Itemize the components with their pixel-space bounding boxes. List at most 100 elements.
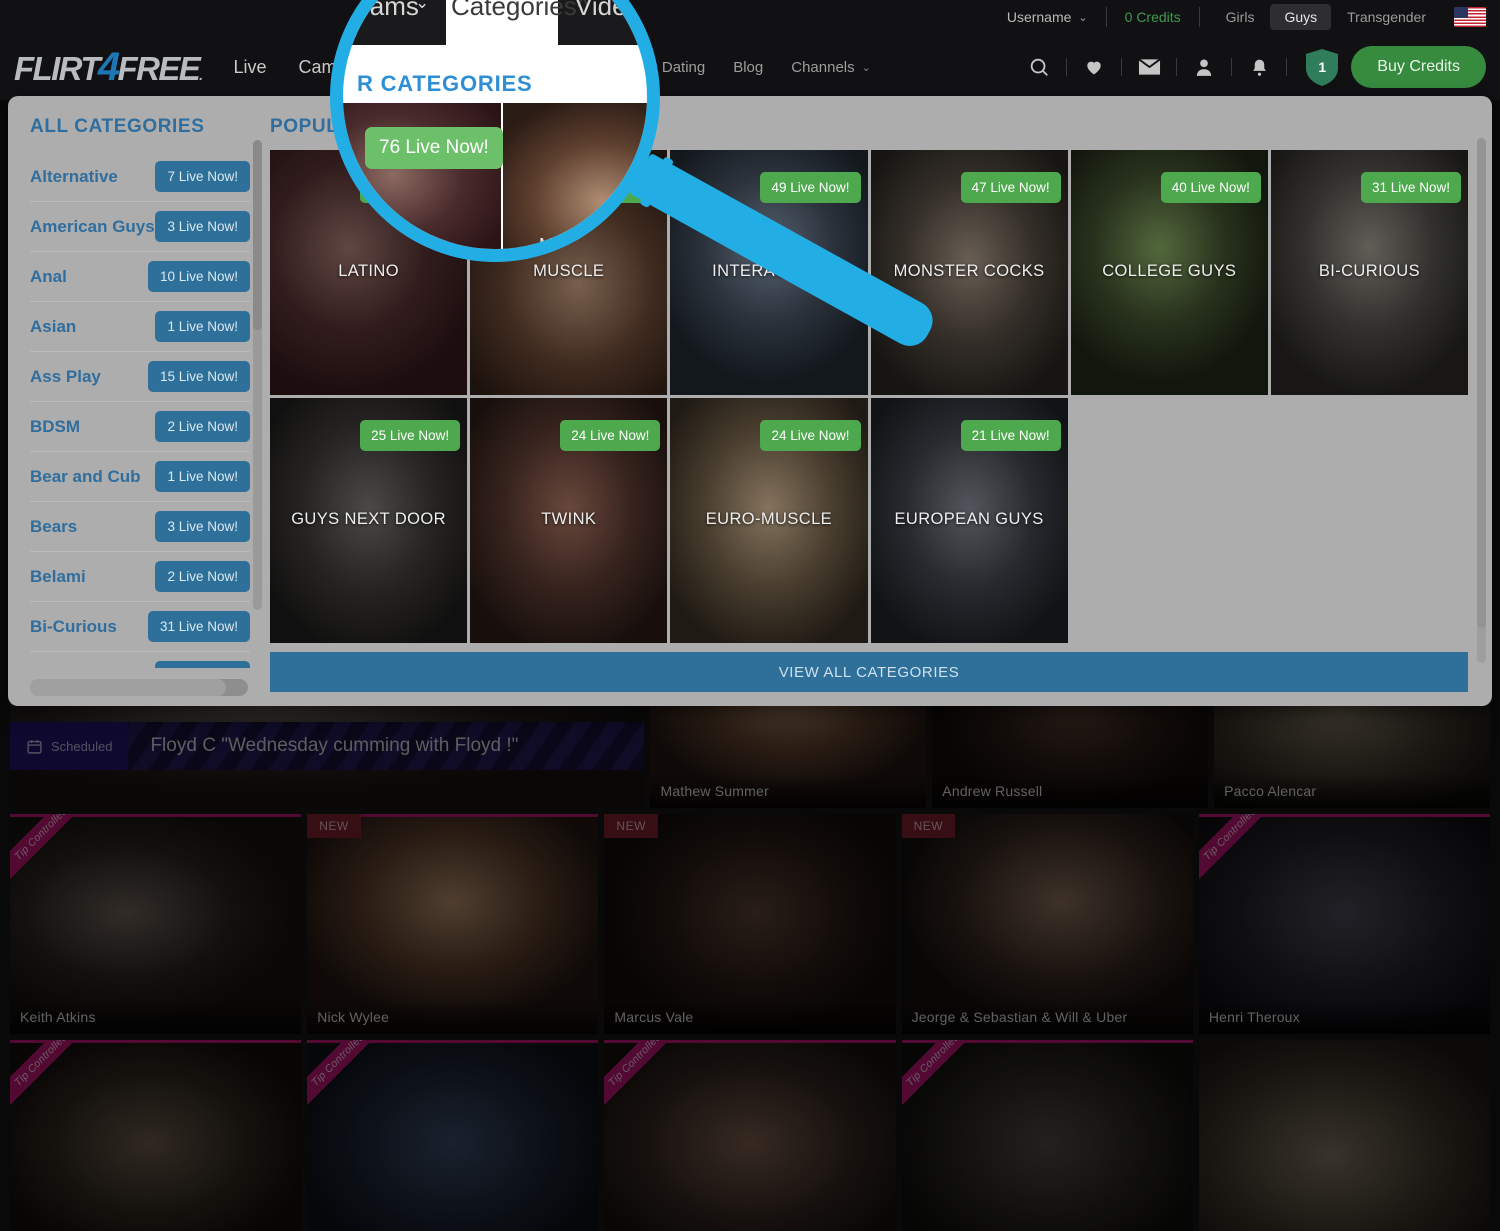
category-row[interactable]: Anal 10 Live Now! [30,252,250,302]
performer-nameplate: Mathew Summer [650,774,927,808]
category-title: COLLEGE GUYS [1102,262,1237,280]
category-row[interactable]: Belami 2 Live Now! [30,552,250,602]
performer-card[interactable]: NEW Jeorge & Sebastian & Will & Uber [901,814,1193,1034]
category-name: BDSM [30,416,81,436]
category-title: GUYS NEXT DOOR [291,510,446,528]
gender-option-guys[interactable]: Guys [1270,4,1332,30]
scrollbar-thumb[interactable] [253,140,262,330]
performer-name: Henri Theroux [1208,1009,1300,1025]
performer-card[interactable]: NEW Marcus Vale [604,814,896,1034]
category-row[interactable]: Bottoms 1 Live Now! [30,652,250,668]
popular-category-card[interactable]: 31 Live Now! BI-CURIOUS [1270,150,1468,395]
category-row[interactable]: Bears 3 Live Now! [30,502,250,552]
nav-item-videos[interactable]: Videos [509,34,596,100]
nav-links: Live Cams ⌄ Categories ^ Videos VIP Dating… [217,34,884,100]
view-all-categories-button[interactable]: VIEW ALL CATEGORIES [270,652,1468,692]
performer-thumbnail [901,1040,1193,1231]
us-flag-icon[interactable] [1454,7,1486,27]
popular-category-card[interactable]: 25 Live Now! GUYS NEXT DOOR [270,398,468,643]
performer-card[interactable]: NEW Nick Wylee [307,814,599,1034]
popular-category-card[interactable]: 76 Live Now! LATINO [270,150,468,395]
category-title: BI-CURIOUS [1318,262,1420,280]
all-categories-sidebar: ALL CATEGORIES Alternative 7 Live Now! Ame… [8,96,264,706]
divider [1286,58,1288,76]
nav-item-channels[interactable]: Channels ⌄ [777,34,885,100]
buy-credits-button[interactable]: Buy Credits [1351,46,1486,88]
performer-card[interactable]: Tip Controlled Randy Pitts [901,1040,1193,1231]
performer-thumbnail [10,1040,302,1231]
gender-option-girls[interactable]: Girls [1212,4,1269,30]
new-badge: NEW [901,814,956,838]
performer-nameplate: Keith Atkins [10,1000,302,1034]
category-row[interactable]: Bear and Cub 1 Live Now! [30,452,250,502]
category-live-badge: 25 Live Now! [360,420,461,451]
nav-label: Categories [393,56,481,77]
all-categories-list[interactable]: Alternative 7 Live Now! American Guys 3 Liv… [30,152,250,668]
category-row[interactable]: Alternative 7 Live Now! [30,152,250,202]
logo-dot: . [199,66,203,83]
nav-label: VIP [609,58,634,76]
search-icon[interactable] [1012,52,1066,82]
performer-name: Pacco Alencar [1224,783,1317,799]
nav-label: Dating [661,58,706,76]
profile-icon[interactable] [1177,52,1231,82]
category-live-badge: 24 Live Now! [760,420,861,451]
category-row[interactable]: Bi-Curious 31 Live Now! [30,602,250,652]
category-row[interactable]: BDSM 2 Live Now! [30,402,250,452]
performer-name: Mathew Summer [660,783,769,799]
utility-bar: Username ⌄ 0 Credits Girls Guys Transgen… [0,0,1500,34]
category-row[interactable]: Asian 1 Live Now! [30,302,250,352]
nav-item-cams[interactable]: Cams ⌄ [283,34,378,100]
category-title: LATINO [338,262,399,280]
bell-icon[interactable] [1232,52,1286,82]
heart-icon[interactable] [1067,52,1121,82]
header-icon-group: 1 Buy Credits [1012,46,1486,88]
popular-category-card[interactable]: 40 Live Now! COLLEGE GUYS [1070,150,1268,395]
scrollbar-thumb[interactable] [1477,138,1486,628]
performer-card[interactable]: Tip Controlled Chirs Morgan [10,1040,302,1231]
scheduled-badge: Scheduled [10,722,129,770]
category-row[interactable]: Ass Play 15 Live Now! [30,352,250,402]
scrollbar-thumb[interactable] [30,679,226,696]
popular-category-card[interactable]: 21 Live Now! EUROPEAN GUYS [870,398,1068,643]
nav-item-blog[interactable]: Blog [719,34,777,100]
grid-empty-cell [1270,398,1468,643]
category-live-badge: 76 Live Now! [360,172,461,203]
nav-item-dating[interactable]: Dating [648,34,719,100]
popular-category-card[interactable]: 56 Live Now! MUSCLE [470,150,668,395]
popular-category-card[interactable]: 49 Live Now! INTERACTIVE [670,150,868,395]
nav-label: Blog [733,58,764,76]
logo-part-1: FLIRT [14,49,100,87]
sidebar-vertical-scrollbar[interactable] [253,140,262,610]
nav-item-vip[interactable]: VIP [596,34,648,100]
category-live-badge: 24 Live Now! [560,420,661,451]
shield-level-badge[interactable]: 1 [1305,48,1339,86]
performer-card[interactable]: Tip Controlled Chris Rocks [307,1040,599,1231]
category-live-count: 1 Live Now! [155,661,250,668]
performer-thumbnail [604,1040,896,1231]
category-live-badge: 56 Live Now! [560,172,661,203]
performer-card[interactable]: Tip Controlled Keith Atkins [10,814,302,1034]
category-title: TWINK [541,510,597,528]
nav-label: Channels [791,58,855,76]
performer-thumbnail [1198,1040,1491,1231]
scheduled-strip: Scheduled Floyd C "Wednesday cumming wit… [10,722,645,770]
nav-item-live[interactable]: Live [217,34,282,100]
performer-card[interactable]: Tip Controlled Dante Santos [604,1040,896,1231]
nav-item-categories[interactable]: Categories ^ [377,34,509,100]
popular-category-card[interactable]: 24 Live Now! TWINK [470,398,668,643]
category-name: Bears [30,516,78,536]
panel-vertical-scrollbar[interactable] [1477,138,1486,663]
category-row[interactable]: American Guys 3 Live Now! [30,202,250,252]
credits-display[interactable]: 0 Credits [1107,7,1199,27]
sidebar-horizontal-scrollbar[interactable] [30,679,248,696]
performer-card[interactable]: Tip Controlled Henri Theroux [1198,814,1491,1034]
performer-card[interactable]: Conrado [1198,1040,1491,1231]
popular-categories-section: POPULAR CATEGORIES 76 Live Now! LATINO 56 … [264,96,1492,706]
mail-icon[interactable] [1122,52,1176,82]
popular-category-card[interactable]: 24 Live Now! EURO-MUSCLE [670,398,868,643]
popular-category-card[interactable]: 47 Live Now! MONSTER COCKS [870,150,1068,395]
gender-option-transgender[interactable]: Transgender [1333,4,1440,30]
username-menu[interactable]: Username ⌄ [989,7,1106,27]
site-logo[interactable]: FLIRT 4 FREE. [14,45,203,90]
